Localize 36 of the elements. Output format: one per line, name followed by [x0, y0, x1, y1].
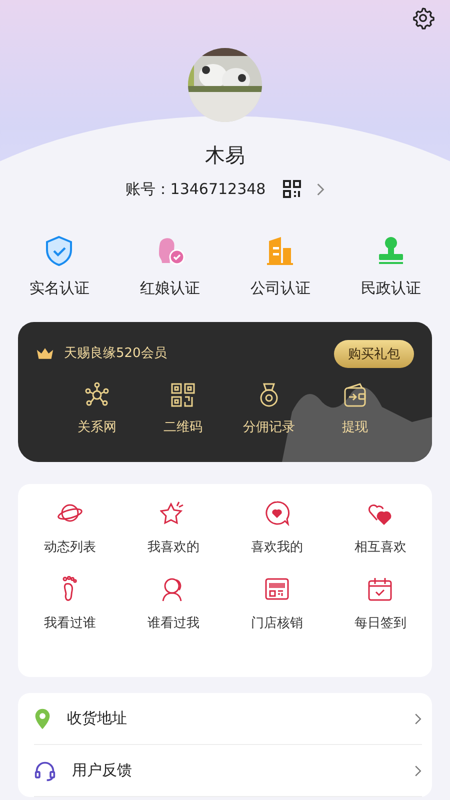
barcode-icon[interactable] — [264, 576, 290, 602]
wallet-icon[interactable] — [342, 382, 368, 408]
calendar-check-icon[interactable] — [367, 576, 394, 602]
account-number: 账号：1346712348 — [125, 180, 266, 198]
chevron-right-icon[interactable] — [316, 182, 325, 196]
menu-item[interactable]: 用户反馈 — [72, 761, 398, 780]
buy-package-button[interactable]: 购买礼包 — [334, 340, 414, 368]
certification-label[interactable]: 实名认证 — [29, 279, 90, 298]
membership-item-label[interactable]: 提现 — [342, 418, 368, 436]
crown-icon — [36, 346, 54, 360]
feature-label[interactable]: 谁看过我 — [147, 614, 200, 632]
membership-item-label[interactable]: 关系网 — [78, 418, 116, 436]
network-icon[interactable] — [84, 382, 110, 408]
heart-bubble-icon[interactable] — [264, 500, 290, 526]
feature-label[interactable]: 每日签到 — [354, 614, 406, 632]
certification-label[interactable]: 公司认证 — [250, 279, 310, 298]
membership-item-label[interactable]: 分佣记录 — [243, 418, 295, 436]
membership-item-label[interactable]: 二维码 — [164, 418, 202, 436]
headset-icon — [34, 760, 56, 782]
user-name: 木易 — [205, 142, 245, 169]
settings-icon[interactable] — [411, 6, 435, 30]
qr-code-icon[interactable] — [282, 179, 302, 199]
feature-label[interactable]: 相互喜欢 — [354, 538, 406, 556]
chevron-right-icon[interactable] — [414, 764, 422, 778]
feature-label[interactable]: 门店核销 — [250, 614, 303, 632]
feature-label[interactable]: 喜欢我的 — [250, 538, 303, 556]
chevron-right-icon[interactable] — [414, 712, 422, 726]
feature-label[interactable]: 我喜欢的 — [147, 538, 200, 556]
location-pin-icon — [34, 708, 51, 730]
certification-label[interactable]: 民政认证 — [360, 279, 421, 298]
menu-item[interactable]: 收货地址 — [67, 709, 398, 728]
feature-label[interactable]: 我看过谁 — [44, 614, 96, 632]
qr-code-icon[interactable] — [170, 382, 196, 408]
feature-label[interactable]: 动态列表 — [44, 538, 96, 556]
certification-label[interactable]: 红娘认证 — [140, 279, 200, 298]
membership-title: 天赐良缘520会员 — [64, 345, 168, 362]
